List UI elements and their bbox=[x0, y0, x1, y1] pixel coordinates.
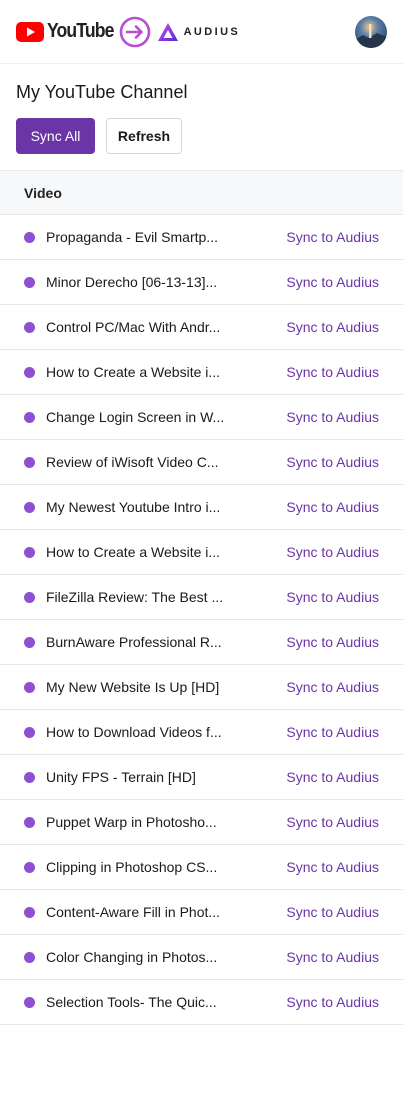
youtube-play-icon bbox=[16, 21, 44, 42]
status-dot-icon bbox=[24, 996, 35, 1008]
brand-logos: YouTube AUDIUS bbox=[16, 16, 240, 48]
status-dot-icon bbox=[24, 771, 35, 783]
sync-to-audius-link[interactable]: Sync to Audius bbox=[286, 994, 379, 1010]
table-row: Review of iWisoft Video C... Sync to Audi… bbox=[0, 440, 403, 485]
table-header: Video bbox=[0, 170, 403, 215]
table-row: Puppet Warp in Photosho... Sync to Audius bbox=[0, 800, 403, 845]
table-row: My Newest Youtube Intro i... Sync to Audi… bbox=[0, 485, 403, 530]
status-dot-icon bbox=[24, 681, 35, 693]
video-title: Content-Aware Fill in Phot... bbox=[46, 904, 221, 920]
status-dot-icon bbox=[24, 861, 35, 873]
table-row: Minor Derecho [06-13-13]... Sync to Audiu… bbox=[0, 260, 403, 305]
status-dot-icon bbox=[24, 366, 35, 378]
video-title: Unity FPS - Terrain [HD] bbox=[46, 769, 196, 785]
column-header-video: Video bbox=[24, 184, 62, 201]
sync-to-audius-link[interactable]: Sync to Audius bbox=[286, 679, 379, 695]
status-dot-icon bbox=[24, 951, 35, 963]
audius-logo: AUDIUS bbox=[157, 22, 241, 42]
video-title: My Newest Youtube Intro i... bbox=[46, 499, 221, 515]
status-dot-icon bbox=[24, 546, 35, 558]
table-row: Propaganda - Evil Smartp... Sync to Audiu… bbox=[0, 215, 403, 260]
sync-to-audius-link[interactable]: Sync to Audius bbox=[286, 319, 379, 335]
sync-to-audius-link[interactable]: Sync to Audius bbox=[286, 544, 379, 560]
table-row: Control PC/Mac With Andr... Sync to Audiu… bbox=[0, 305, 403, 350]
table-row: How to Create a Website i... Sync to Audi… bbox=[0, 350, 403, 395]
sync-to-audius-link[interactable]: Sync to Audius bbox=[286, 859, 379, 875]
video-title: Change Login Screen in W... bbox=[46, 409, 225, 425]
status-dot-icon bbox=[24, 816, 35, 828]
youtube-logo: YouTube bbox=[16, 20, 123, 43]
video-title: How to Create a Website i... bbox=[46, 364, 221, 380]
video-title: Color Changing in Photos... bbox=[46, 949, 218, 965]
sync-to-audius-link[interactable]: Sync to Audius bbox=[286, 814, 379, 830]
table-row: How to Create a Website i... Sync to Audi… bbox=[0, 530, 403, 575]
table-row: How to Download Videos f... Sync to Audiu… bbox=[0, 710, 403, 755]
audius-triangle-icon bbox=[157, 22, 178, 41]
table-row: FileZilla Review: The Best ... Sync to Au… bbox=[0, 575, 403, 620]
top-header: YouTube AUDIUS bbox=[0, 0, 403, 64]
table-row: Clipping in Photoshop CS... Sync to Audiu… bbox=[0, 845, 403, 890]
video-title: Control PC/Mac With Andr... bbox=[46, 319, 221, 335]
video-title: Clipping in Photoshop CS... bbox=[46, 859, 218, 875]
sync-to-audius-link[interactable]: Sync to Audius bbox=[286, 589, 379, 605]
table-row: Color Changing in Photos... Sync to Audiu… bbox=[0, 935, 403, 980]
status-dot-icon bbox=[24, 411, 35, 423]
table-row: BurnAware Professional R... Sync to Audiu… bbox=[0, 620, 403, 665]
audius-wordmark: AUDIUS bbox=[183, 25, 241, 38]
status-dot-icon bbox=[24, 501, 35, 513]
sync-arrow-icon bbox=[119, 16, 151, 48]
status-dot-icon bbox=[24, 276, 35, 288]
video-title: Selection Tools- The Quic... bbox=[46, 994, 217, 1010]
video-title: How to Download Videos f... bbox=[46, 724, 222, 740]
sync-to-audius-link[interactable]: Sync to Audius bbox=[286, 274, 379, 290]
video-title: BurnAware Professional R... bbox=[46, 634, 222, 650]
table-body: Propaganda - Evil Smartp... Sync to Audiu… bbox=[0, 215, 403, 1025]
refresh-button[interactable]: Refresh bbox=[106, 118, 182, 154]
sync-to-audius-link[interactable]: Sync to Audius bbox=[286, 229, 379, 245]
action-bar: Sync All Refresh bbox=[16, 118, 387, 154]
video-title: Minor Derecho [06-13-13]... bbox=[46, 274, 218, 290]
status-dot-icon bbox=[24, 321, 35, 333]
video-title: FileZilla Review: The Best ... bbox=[46, 589, 224, 605]
sync-to-audius-link[interactable]: Sync to Audius bbox=[286, 904, 379, 920]
table-row: Unity FPS - Terrain [HD] Sync to Audius bbox=[0, 755, 403, 800]
avatar[interactable] bbox=[355, 15, 387, 48]
video-title: Review of iWisoft Video C... bbox=[46, 454, 219, 470]
video-title: Propaganda - Evil Smartp... bbox=[46, 229, 218, 245]
status-dot-icon bbox=[24, 456, 35, 468]
table-row: My New Website Is Up [HD] Sync to Audius bbox=[0, 665, 403, 710]
status-dot-icon bbox=[24, 591, 35, 603]
sync-all-button[interactable]: Sync All bbox=[16, 118, 95, 154]
table-row: Content-Aware Fill in Phot... Sync to Aud… bbox=[0, 890, 403, 935]
table-row: Change Login Screen in W... Sync to Audiu… bbox=[0, 395, 403, 440]
sync-to-audius-link[interactable]: Sync to Audius bbox=[286, 454, 379, 470]
sync-to-audius-link[interactable]: Sync to Audius bbox=[286, 949, 379, 965]
sync-to-audius-link[interactable]: Sync to Audius bbox=[286, 769, 379, 785]
status-dot-icon bbox=[24, 636, 35, 648]
video-title: My New Website Is Up [HD] bbox=[46, 679, 220, 695]
page-title: My YouTube Channel bbox=[16, 82, 188, 102]
video-table: Video Propaganda - Evil Smartp... Sync to… bbox=[0, 170, 403, 1025]
status-dot-icon bbox=[24, 726, 35, 738]
status-dot-icon bbox=[24, 231, 35, 243]
sync-to-audius-link[interactable]: Sync to Audius bbox=[286, 724, 379, 740]
sync-to-audius-link[interactable]: Sync to Audius bbox=[286, 409, 379, 425]
youtube-wordmark: YouTube bbox=[47, 20, 114, 42]
status-dot-icon bbox=[24, 906, 35, 918]
sync-to-audius-link[interactable]: Sync to Audius bbox=[286, 499, 379, 515]
sync-to-audius-link[interactable]: Sync to Audius bbox=[286, 634, 379, 650]
sync-to-audius-link[interactable]: Sync to Audius bbox=[286, 364, 379, 380]
table-row: Selection Tools- The Quic... Sync to Audi… bbox=[0, 980, 403, 1025]
video-title: Puppet Warp in Photosho... bbox=[46, 814, 217, 830]
video-title: How to Create a Website i... bbox=[46, 544, 221, 560]
